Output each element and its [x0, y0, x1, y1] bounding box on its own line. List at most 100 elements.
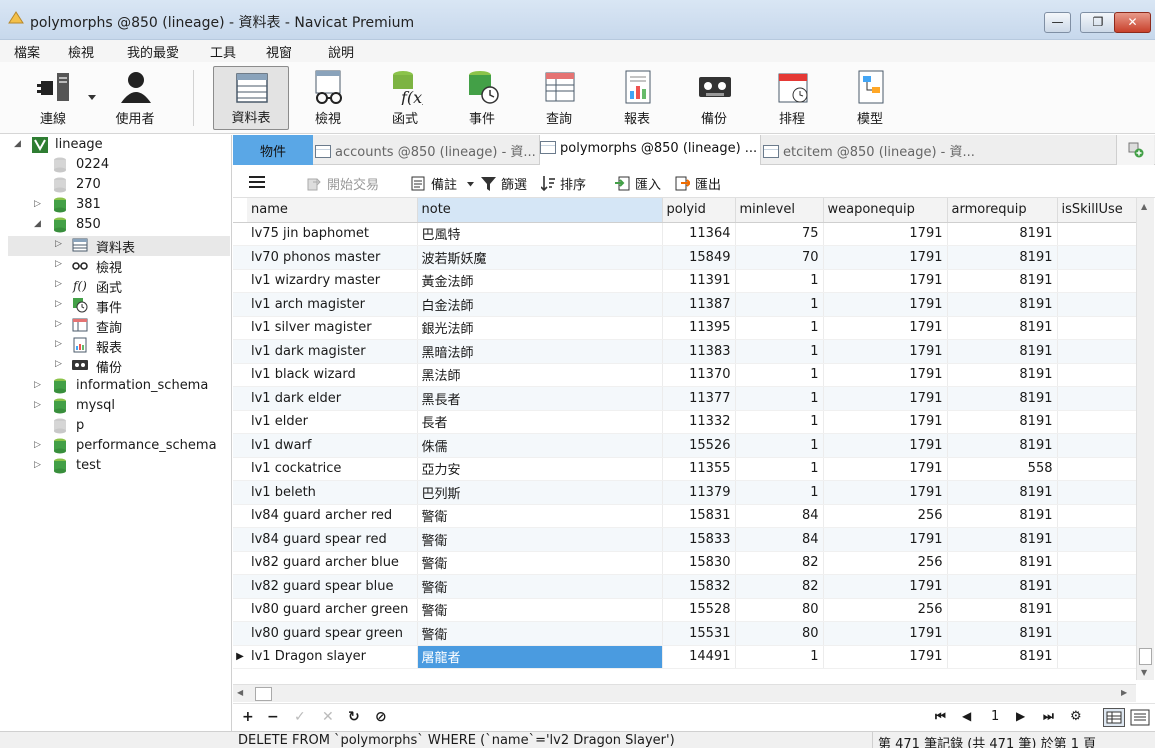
row-indicator[interactable] — [233, 457, 247, 481]
table-cell-isSkillUse[interactable] — [1057, 527, 1138, 552]
table-cell-name[interactable]: lv1 silver magister — [247, 316, 418, 340]
table-cell-polyid[interactable]: 15831 — [662, 504, 736, 528]
table-cell-weaponequip[interactable]: 1791 — [823, 410, 948, 434]
table-button[interactable]: 資料表 — [213, 66, 289, 130]
table-cell-note[interactable]: 亞力安 — [417, 457, 663, 481]
table-cell-armorequip[interactable]: 8191 — [947, 222, 1058, 246]
table-cell-minlevel[interactable]: 1 — [735, 480, 824, 505]
memo-button[interactable]: 備註 — [411, 174, 475, 193]
row-indicator[interactable] — [233, 527, 247, 552]
table-cell-polyid[interactable]: 15849 — [662, 245, 736, 270]
table-row[interactable]: lv80 guard spear green 警衛 15531 80 1791 8191 — [233, 621, 1138, 646]
last-page-icon[interactable]: ⏭ — [1043, 709, 1054, 724]
table-cell-isSkillUse[interactable] — [1057, 621, 1138, 646]
horizontal-scrollbar[interactable]: ◀ ▶ — [233, 684, 1136, 702]
table-cell-polyid[interactable]: 11395 — [662, 316, 736, 340]
table-cell-armorequip[interactable]: 8191 — [947, 645, 1058, 669]
table-cell-name[interactable]: lv1 wizardry master — [247, 269, 418, 293]
table-cell-note[interactable]: 警衛 — [417, 598, 663, 622]
row-indicator[interactable] — [233, 574, 247, 599]
table-cell-polyid[interactable]: 14491 — [662, 645, 736, 669]
table-cell-minlevel[interactable]: 82 — [735, 551, 824, 575]
table-cell-minlevel[interactable]: 1 — [735, 457, 824, 481]
apply-icon[interactable]: ✓ — [294, 709, 306, 725]
table-cell-armorequip[interactable]: 8191 — [947, 316, 1058, 340]
table-cell-minlevel[interactable]: 80 — [735, 598, 824, 622]
table-cell-polyid[interactable]: 15832 — [662, 574, 736, 599]
next-page-icon[interactable]: ▶ — [1016, 709, 1025, 723]
table-row[interactable]: lv1 cockatrice 亞力安 11355 1 1791 558 — [233, 457, 1138, 481]
minimize-button[interactable]: — — [1044, 12, 1071, 33]
page-number[interactable]: 1 — [991, 709, 999, 724]
table-cell-polyid[interactable]: 15526 — [662, 433, 736, 458]
form-view-icon[interactable] — [1130, 709, 1150, 726]
table-cell-name[interactable]: lv75 jin baphomet — [247, 222, 418, 246]
tree-node-db[interactable]: 0224 — [0, 156, 231, 176]
collapsed-arrow-icon[interactable]: ▷ — [34, 400, 41, 410]
table-row[interactable]: lv82 guard spear blue 警衛 15832 82 1791 8191 — [233, 574, 1138, 599]
table-row[interactable]: lv80 guard archer green 警衛 15528 80 256 8191 — [233, 598, 1138, 622]
table-cell-note[interactable]: 黑法師 — [417, 363, 663, 387]
table-cell-isSkillUse[interactable] — [1057, 245, 1138, 270]
table-cell-armorequip[interactable]: 8191 — [947, 480, 1058, 505]
table-cell-polyid[interactable]: 11370 — [662, 363, 736, 387]
table-cell-minlevel[interactable]: 1 — [735, 386, 824, 411]
table-cell-weaponequip[interactable]: 1791 — [823, 433, 948, 458]
add-record-icon[interactable]: + — [242, 709, 254, 725]
table-cell-name[interactable]: lv82 guard spear blue — [247, 574, 418, 599]
table-cell-weaponequip[interactable]: 1791 — [823, 527, 948, 552]
settings-gear-icon[interactable]: ⚙ — [1070, 709, 1082, 724]
table-cell-name[interactable]: lv1 elder — [247, 410, 418, 434]
chevron-down-icon[interactable] — [467, 182, 475, 187]
table-cell-minlevel[interactable]: 1 — [735, 363, 824, 387]
row-indicator[interactable] — [233, 433, 247, 458]
table-cell-isSkillUse[interactable] — [1057, 598, 1138, 622]
tree-node-views[interactable]: ▷ 檢視 — [0, 256, 231, 276]
row-indicator[interactable] — [233, 504, 247, 528]
table-cell-note[interactable]: 銀光法師 — [417, 316, 663, 340]
table-cell-minlevel[interactable]: 1 — [735, 339, 824, 364]
table-cell-isSkillUse[interactable] — [1057, 386, 1138, 411]
tree-node-events[interactable]: ▷ 事件 — [0, 296, 231, 316]
table-row[interactable]: lv75 jin baphomet 巴風特 11364 75 1791 8191 — [233, 222, 1138, 246]
table-cell-armorequip[interactable]: 8191 — [947, 292, 1058, 317]
table-cell-armorequip[interactable]: 8191 — [947, 504, 1058, 528]
table-row[interactable]: lv1 wizardry master 黃金法師 11391 1 1791 8191 — [233, 269, 1138, 293]
maximize-button[interactable]: ❐ — [1080, 12, 1116, 33]
tree-node-reports[interactable]: ▷ 報表 — [0, 336, 231, 356]
menu-tools[interactable]: 工具 — [210, 42, 236, 61]
tab-objects[interactable]: 物件 — [233, 135, 313, 165]
table-row[interactable]: lv1 elder 長者 11332 1 1791 8191 — [233, 410, 1138, 434]
table-cell-note[interactable]: 白金法師 — [417, 292, 663, 317]
column-header[interactable]: armorequip — [947, 198, 1058, 223]
scroll-down-icon[interactable]: ▼ — [1141, 668, 1147, 677]
table-cell-name[interactable]: lv1 cockatrice — [247, 457, 418, 481]
table-row[interactable]: ▶ lv1 Dragon slayer 屠龍者 14491 1 1791 8191 — [233, 645, 1138, 669]
table-cell-isSkillUse[interactable] — [1057, 457, 1138, 481]
table-cell-weaponequip[interactable]: 1791 — [823, 292, 948, 317]
table-cell-armorequip[interactable]: 8191 — [947, 339, 1058, 364]
table-cell-polyid[interactable]: 15833 — [662, 527, 736, 552]
tree-node-db[interactable]: 270 — [0, 176, 231, 196]
table-cell-name[interactable]: lv1 beleth — [247, 480, 418, 505]
table-cell-weaponequip[interactable]: 1791 — [823, 574, 948, 599]
table-cell-name[interactable]: lv84 guard spear red — [247, 527, 418, 552]
row-indicator[interactable] — [233, 363, 247, 387]
column-header[interactable]: weaponequip — [823, 198, 948, 223]
table-cell-minlevel[interactable]: 1 — [735, 433, 824, 458]
collapsed-arrow-icon[interactable]: ▷ — [55, 259, 62, 269]
table-row[interactable]: lv70 phonos master 波若斯妖魔 15849 70 1791 8191 — [233, 245, 1138, 270]
table-cell-minlevel[interactable]: 1 — [735, 316, 824, 340]
tree-node-queries[interactable]: ▷ 查詢 — [0, 316, 231, 336]
table-cell-armorequip[interactable]: 8191 — [947, 363, 1058, 387]
row-indicator[interactable] — [233, 292, 247, 317]
table-cell-note[interactable]: 警衛 — [417, 504, 663, 528]
backup-button[interactable]: 備份 — [677, 66, 751, 130]
table-cell-name[interactable]: lv1 Dragon slayer — [247, 645, 418, 669]
row-indicator[interactable]: ▶ — [233, 645, 247, 669]
table-cell-armorequip[interactable]: 8191 — [947, 598, 1058, 622]
table-cell-weaponequip[interactable]: 1791 — [823, 316, 948, 340]
table-cell-note[interactable]: 警衛 — [417, 551, 663, 575]
table-cell-polyid[interactable]: 11355 — [662, 457, 736, 481]
table-row[interactable]: lv82 guard archer blue 警衛 15830 82 256 8191 — [233, 551, 1138, 575]
